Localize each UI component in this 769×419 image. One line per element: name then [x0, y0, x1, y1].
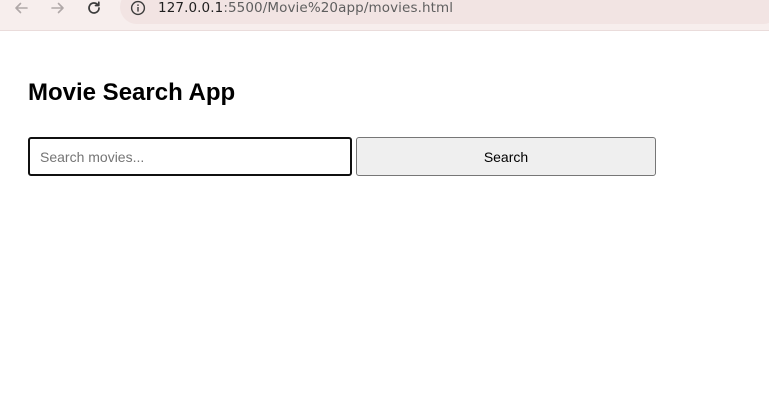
reload-button[interactable]: [82, 0, 106, 20]
page-content: Movie Search App Search: [0, 31, 769, 419]
forward-button[interactable]: [46, 0, 70, 20]
arrow-right-icon: [51, 2, 64, 14]
info-icon[interactable]: [130, 0, 146, 16]
arrow-left-icon: [15, 2, 28, 14]
reload-icon: [88, 1, 100, 14]
address-bar[interactable]: 127.0.0.1:5500/Movie%20app/movies.html: [120, 0, 769, 24]
url-host: 127.0.0.1: [158, 0, 224, 16]
back-button[interactable]: [9, 0, 33, 20]
search-button[interactable]: Search: [356, 137, 656, 176]
browser-toolbar: 127.0.0.1:5500/Movie%20app/movies.html: [0, 0, 769, 31]
search-input[interactable]: [28, 137, 352, 176]
url-path: :5500/Movie%20app/movies.html: [223, 0, 454, 16]
url-text[interactable]: 127.0.0.1:5500/Movie%20app/movies.html: [158, 0, 453, 16]
page-title: Movie Search App: [28, 79, 236, 106]
